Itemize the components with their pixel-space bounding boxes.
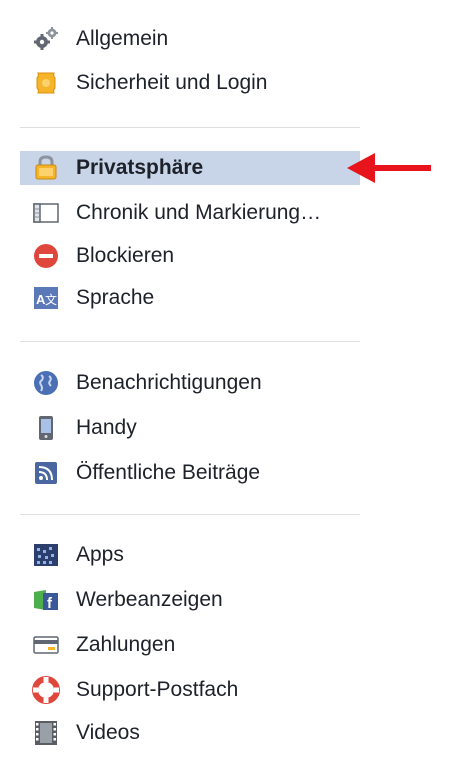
globe-icon [32,369,60,397]
sidebar-item-privatsphaere[interactable]: Privatsphäre [20,151,360,185]
badge-icon [32,69,60,97]
sidebar-item-label: Sprache [76,286,155,309]
sidebar-item-werbeanzeigen[interactable]: f Werbeanzeigen [20,583,360,617]
rss-icon [32,459,60,487]
sidebar-item-support-postfach[interactable]: Support-Postfach [20,673,360,707]
sidebar-item-chronik-und-markierung[interactable]: Chronik und Markierung… [20,196,360,230]
gear-icon [32,25,60,53]
block-icon [32,242,60,270]
sidebar-item-label: Privatsphäre [76,156,204,179]
credit-card-icon [32,631,60,659]
sidebar-item-label: Werbeanzeigen [76,588,223,611]
sidebar-item-benachrichtigungen[interactable]: Benachrichtigungen [20,366,360,400]
ads-icon: f [32,586,60,614]
sidebar-item-label: Zahlungen [76,633,176,656]
sidebar-item-sprache[interactable]: A 文 Sprache [20,281,360,315]
sidebar-item-oeffentliche-beitraege[interactable]: Öffentliche Beiträge [20,456,360,490]
sidebar-item-label: Benachrichtigungen [76,371,262,394]
sidebar-item-label: Blockieren [76,244,175,267]
sidebar-item-label: Handy [76,416,137,439]
section-divider [20,127,360,128]
lifebuoy-icon [32,676,60,704]
mobile-phone-icon [32,414,60,442]
sidebar-item-zahlungen[interactable]: Zahlungen [20,628,360,662]
annotation-arrow-icon [347,153,431,183]
sidebar-item-label: Support-Postfach [76,678,239,701]
sidebar-item-handy[interactable]: Handy [20,411,360,445]
apps-icon [32,541,60,569]
sidebar-item-label: Sicherheit und Login [76,71,268,94]
timeline-icon [32,199,60,227]
sidebar-item-videos[interactable]: Videos [20,716,360,750]
sidebar-item-label: Videos [76,721,140,744]
language-icon: A 文 [32,284,60,312]
sidebar-item-label: Chronik und Markierung… [76,201,322,224]
sidebar-item-allgemein[interactable]: Allgemein [20,22,360,56]
sidebar-item-label: Öffentliche Beiträge [76,461,261,484]
svg-text:文: 文 [45,292,57,307]
film-icon [32,719,60,747]
sidebar-item-blockieren[interactable]: Blockieren [20,239,360,273]
sidebar-item-label: Allgemein [76,27,169,50]
section-divider [20,341,360,342]
sidebar-item-label: Apps [76,543,124,566]
section-divider [20,514,360,515]
sidebar-item-apps[interactable]: Apps [20,538,360,572]
lock-icon [32,154,60,182]
sidebar-item-sicherheit-und-login[interactable]: Sicherheit und Login [20,66,360,100]
